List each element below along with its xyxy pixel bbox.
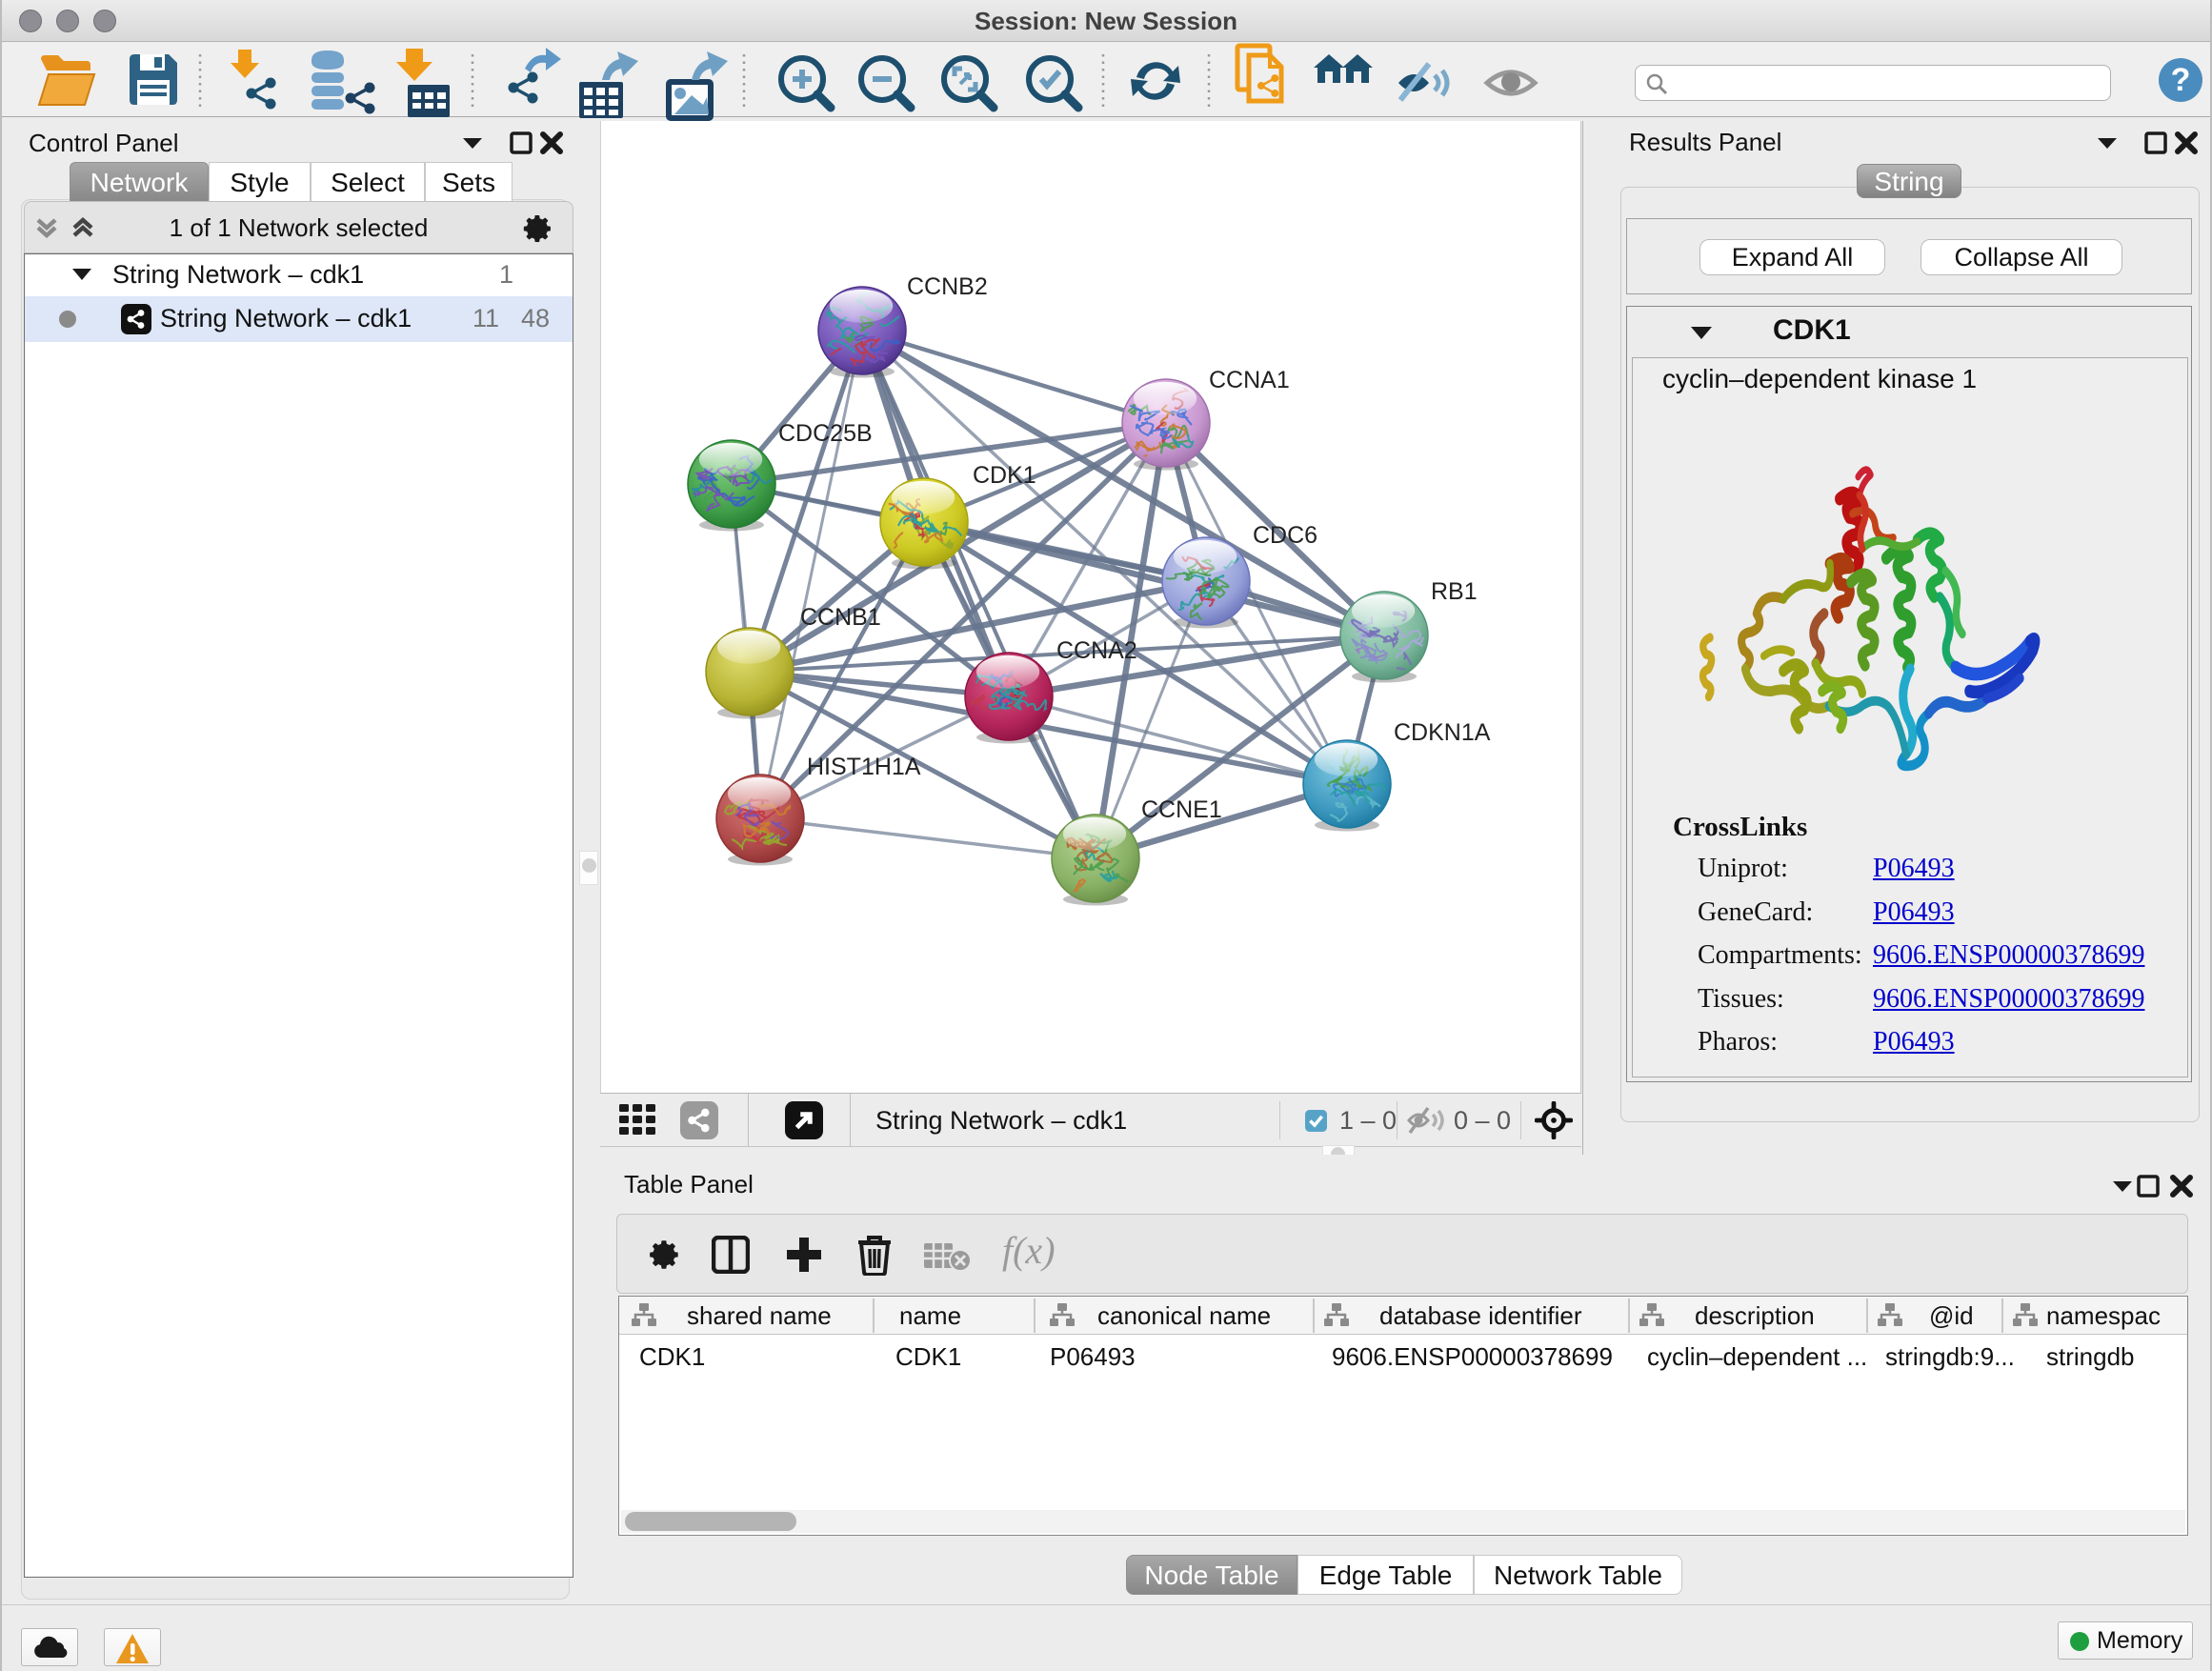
svg-text:CDKN1A: CDKN1A [1394,719,1491,746]
svg-text:CCNE1: CCNE1 [1141,796,1222,823]
svg-text:HIST1H1A: HIST1H1A [807,754,921,780]
svg-text:CCNB2: CCNB2 [907,273,988,300]
svg-text:CDC25B: CDC25B [778,420,873,447]
svg-text:CDC6: CDC6 [1253,522,1317,549]
svg-text:CCNB1: CCNB1 [800,604,881,631]
svg-text:CCNA1: CCNA1 [1209,367,1290,393]
svg-text:RB1: RB1 [1431,578,1478,605]
svg-text:CDK1: CDK1 [973,462,1036,489]
svg-text:CCNA2: CCNA2 [1056,637,1137,664]
